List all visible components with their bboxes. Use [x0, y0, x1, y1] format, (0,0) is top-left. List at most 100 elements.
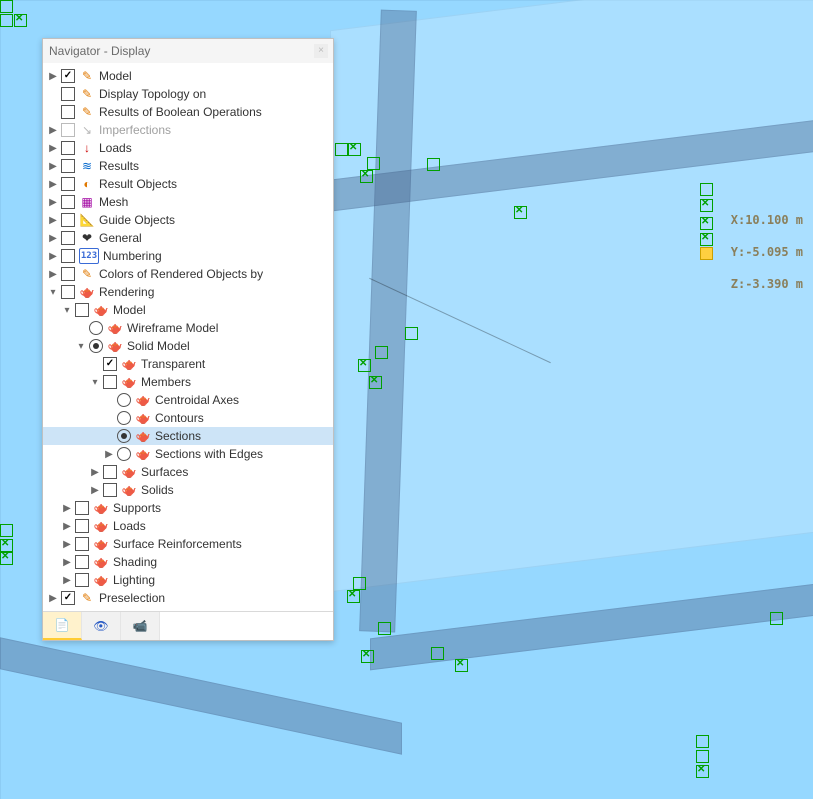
panel-title: Navigator - Display	[49, 44, 150, 58]
teapot-icon: 🫖	[121, 483, 137, 497]
tree-item-numbering[interactable]: ▶ 123 Numbering	[43, 247, 333, 265]
close-icon[interactable]: ×	[314, 44, 328, 58]
eye-icon: 👁	[93, 619, 108, 633]
panel-title-bar[interactable]: Navigator - Display ×	[43, 39, 333, 63]
tree-item-mesh[interactable]: ▶ ▦ Mesh	[43, 193, 333, 211]
model-icon: ✎	[79, 69, 95, 83]
coord-x: X:10.100 m	[731, 213, 803, 227]
node-marker[interactable]	[361, 650, 374, 663]
result-objects-icon: ◐	[79, 177, 95, 191]
node-marker[interactable]	[347, 590, 360, 603]
tree-item-rendering[interactable]: ▾ 🫖 Rendering	[43, 283, 333, 301]
node-marker[interactable]	[455, 659, 468, 672]
node-marker[interactable]	[696, 735, 709, 748]
node-marker[interactable]	[335, 143, 348, 156]
node-marker[interactable]	[369, 376, 382, 389]
navigator-panel: Navigator - Display × ▶ ✎ Model ▶ ✎ Disp…	[42, 38, 334, 641]
results-icon: ≋	[79, 159, 95, 173]
node-marker[interactable]	[0, 0, 13, 13]
guide-icon: 📐	[79, 213, 95, 227]
tab-views[interactable]: 👁	[82, 612, 121, 640]
teapot-icon: 🫖	[121, 465, 137, 479]
tree-item-solid-model[interactable]: ▾ 🫖 Solid Model	[43, 337, 333, 355]
node-marker[interactable]	[0, 524, 13, 537]
node-marker[interactable]	[700, 183, 713, 196]
tab-camera[interactable]: 📹	[121, 612, 160, 640]
teapot-icon: 🫖	[135, 393, 151, 407]
tree-item-sections-edges[interactable]: ▶ 🫖 Sections with Edges	[43, 445, 333, 463]
node-marker[interactable]	[696, 750, 709, 763]
colors-icon: ✎	[79, 267, 95, 281]
coord-z: Z:-3.390 m	[731, 277, 803, 291]
tree-item-display-topology[interactable]: ▶ ✎ Display Topology on	[43, 85, 333, 103]
teapot-icon: 🫖	[107, 321, 123, 335]
tree-item-general[interactable]: ▶ ❤ General	[43, 229, 333, 247]
teapot-icon: 🫖	[93, 303, 109, 317]
tree-item-lighting[interactable]: ▶ 🫖 Lighting	[43, 571, 333, 589]
node-marker[interactable]	[358, 359, 371, 372]
tree-item-preselection[interactable]: ▶ ✎ Preselection	[43, 589, 333, 607]
tree-item-results[interactable]: ▶ ≋ Results	[43, 157, 333, 175]
display-tree: ▶ ✎ Model ▶ ✎ Display Topology on ▶ ✎ Re…	[43, 63, 333, 611]
teapot-icon: 🫖	[135, 411, 151, 425]
tree-item-members[interactable]: ▾ 🫖 Members	[43, 373, 333, 391]
tree-item-centroidal[interactable]: ▶ 🫖 Centroidal Axes	[43, 391, 333, 409]
node-marker[interactable]	[0, 14, 13, 27]
coords-readout: X:10.100 m Y:-5.095 m Z:-3.390 m	[702, 196, 803, 308]
tree-item-sections[interactable]: ▶ 🫖 Sections	[43, 427, 333, 445]
tree-item-surf-reinforcements[interactable]: ▶ 🫖 Surface Reinforcements	[43, 535, 333, 553]
numbering-icon: 123	[79, 248, 99, 264]
node-marker[interactable]	[427, 158, 440, 171]
mesh-icon: ▦	[79, 195, 95, 209]
teapot-icon: 🫖	[135, 429, 151, 443]
tree-item-transparent[interactable]: ▶ 🫖 Transparent	[43, 355, 333, 373]
node-marker[interactable]	[360, 170, 373, 183]
teapot-icon: 🫖	[121, 375, 137, 389]
tree-item-contours[interactable]: ▶ 🫖 Contours	[43, 409, 333, 427]
viewport-3d[interactable]: X:10.100 m Y:-5.095 m Z:-3.390 m Navigat…	[0, 0, 813, 799]
teapot-icon: 🫖	[79, 285, 95, 299]
tree-item-boolean-results[interactable]: ▶ ✎ Results of Boolean Operations	[43, 103, 333, 121]
teapot-icon: 🫖	[93, 501, 109, 515]
tree-item-supports[interactable]: ▶ 🫖 Supports	[43, 499, 333, 517]
tree-item-rendering-loads[interactable]: ▶ 🫖 Loads	[43, 517, 333, 535]
tree-item-guide-objects[interactable]: ▶ 📐 Guide Objects	[43, 211, 333, 229]
camera-icon: 📹	[133, 619, 148, 633]
tree-item-rendering-model[interactable]: ▾ 🫖 Model	[43, 301, 333, 319]
boolean-icon: ✎	[79, 105, 95, 119]
tree-item-shading[interactable]: ▶ 🫖 Shading	[43, 553, 333, 571]
tab-display[interactable]: 📄	[43, 612, 82, 640]
teapot-icon: 🫖	[93, 555, 109, 569]
node-marker[interactable]	[348, 143, 361, 156]
node-marker[interactable]	[696, 765, 709, 778]
node-marker[interactable]	[375, 346, 388, 359]
tree-item-model[interactable]: ▶ ✎ Model	[43, 67, 333, 85]
tree-item-result-objects[interactable]: ▶ ◐ Result Objects	[43, 175, 333, 193]
teapot-icon: 🫖	[93, 519, 109, 533]
imperfections-icon: ↘	[79, 123, 95, 137]
teapot-icon: 🫖	[93, 537, 109, 551]
node-marker[interactable]	[0, 552, 13, 565]
teapot-icon: 🫖	[107, 339, 123, 353]
loads-icon: ↓	[79, 141, 95, 155]
node-marker[interactable]	[14, 14, 27, 27]
teapot-icon: 🫖	[135, 447, 151, 461]
node-marker[interactable]	[514, 206, 527, 219]
coord-y: Y:-5.095 m	[731, 245, 803, 259]
node-marker[interactable]	[770, 612, 783, 625]
node-marker[interactable]	[431, 647, 444, 660]
tree-item-wireframe[interactable]: ▶ 🫖 Wireframe Model	[43, 319, 333, 337]
tree-item-solids[interactable]: ▶ 🫖 Solids	[43, 481, 333, 499]
tree-item-loads[interactable]: ▶ ↓ Loads	[43, 139, 333, 157]
navigator-footer: 📄 👁 📹	[43, 611, 333, 640]
tree-item-imperfections[interactable]: ▶ ↘ Imperfections	[43, 121, 333, 139]
display-icon: 📄	[55, 618, 70, 632]
node-marker[interactable]	[378, 622, 391, 635]
topology-icon: ✎	[79, 87, 95, 101]
tree-item-surfaces[interactable]: ▶ 🫖 Surfaces	[43, 463, 333, 481]
teapot-icon: 🫖	[93, 573, 109, 587]
node-marker[interactable]	[405, 327, 418, 340]
tree-item-colors-rendered[interactable]: ▶ ✎ Colors of Rendered Objects by	[43, 265, 333, 283]
general-icon: ❤	[79, 231, 95, 245]
preselection-icon: ✎	[79, 591, 95, 605]
